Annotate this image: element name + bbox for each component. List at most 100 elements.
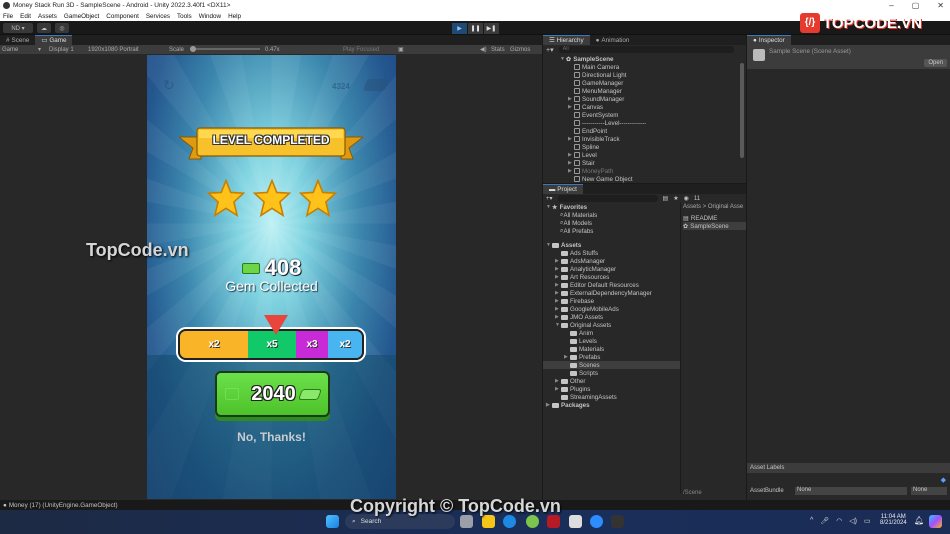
scale-slider-handle[interactable] [190, 46, 196, 52]
scale-slider[interactable] [190, 48, 260, 50]
account-dropdown[interactable]: ND ▾ [3, 23, 33, 33]
project-folder[interactable]: ▶ Art Resources [543, 273, 680, 281]
star-filter-icon[interactable]: ★ [673, 195, 678, 202]
step-button[interactable]: ▶❚ [484, 23, 499, 34]
project-folder[interactable]: ▶ JMO Assets [543, 313, 680, 321]
hierarchy-item[interactable]: ▶ Canvas [560, 103, 746, 111]
assetbundle-dropdown[interactable]: None [795, 487, 907, 495]
gizmos-dropdown[interactable]: Gizmos [510, 47, 530, 53]
hierarchy-item[interactable]: Spline [560, 143, 746, 151]
hierarchy-item[interactable]: -----------Level------------- [560, 119, 746, 127]
packages-root[interactable]: ▶ Packages [543, 401, 680, 409]
open-button[interactable]: Open [924, 59, 947, 67]
scene-root[interactable]: ▼ ✿ SampleScene [560, 55, 746, 63]
project-folder[interactable]: StreamingAssets [543, 393, 680, 401]
menu-tools[interactable]: Tools [177, 13, 192, 20]
menu-assets[interactable]: Assets [38, 13, 57, 20]
claim-reward-button[interactable]: 2040 [215, 371, 330, 417]
tab-scene[interactable]: # Scene [0, 35, 35, 45]
status-message[interactable]: Money (17) (UnityEngine.GameObject) [9, 502, 118, 509]
no-thanks-button[interactable]: No, Thanks! [147, 430, 396, 444]
menu-component[interactable]: Component [106, 13, 139, 20]
tab-game[interactable]: ▭ Game [35, 35, 73, 45]
cloud-icon[interactable]: ☁ [37, 23, 51, 33]
hierarchy-item[interactable]: GameManager [560, 79, 746, 87]
unity-icon[interactable] [611, 515, 624, 528]
project-folder[interactable]: ▶ ExternalDependencyManager [543, 289, 680, 297]
tab-inspector[interactable]: ● Inspector [747, 35, 791, 45]
project-folder[interactable]: ▶ Prefabs [543, 353, 680, 361]
menu-window[interactable]: Window [199, 13, 221, 20]
project-folder[interactable]: Levels [543, 337, 680, 345]
play-button[interactable]: ▶ [452, 23, 467, 34]
game-viewport[interactable]: ↻ 4324 LEVEL COMPLETED 408 Gem Collected… [147, 55, 396, 499]
favorite-item[interactable]: ⌕ All Materials [543, 211, 680, 219]
file-item[interactable]: ▤ README [683, 214, 746, 222]
project-folder[interactable]: ▶ AdsManager [543, 257, 680, 265]
restart-icon[interactable]: ↻ [163, 77, 175, 94]
hierarchy-scrollbar[interactable] [740, 63, 744, 158]
eye-icon[interactable]: ◉ [684, 195, 689, 202]
breadcrumb[interactable]: Assets > Original Asse [683, 204, 743, 210]
filter-icon[interactable]: ▤ [663, 195, 669, 202]
project-folder[interactable]: Scenes [543, 361, 680, 369]
asset-labels-header[interactable]: Asset Labels [747, 463, 950, 473]
mute-icon[interactable]: ▣ [398, 46, 404, 53]
tray-chevron-icon[interactable]: ^ [810, 517, 813, 525]
favorite-item[interactable]: ⌕ All Models [543, 219, 680, 227]
hierarchy-item[interactable]: EndPoint [560, 127, 746, 135]
hierarchy-item[interactable]: Directional Light [560, 71, 746, 79]
hierarchy-item[interactable]: New Game Object [560, 175, 746, 183]
play-mode-dropdown[interactable]: Play Focused [343, 47, 379, 53]
close-button[interactable]: ✕ [937, 1, 944, 10]
audio-icon[interactable]: ◀) [480, 46, 487, 53]
maximize-button[interactable]: ▢ [912, 1, 920, 10]
hierarchy-item[interactable]: MenuManager [560, 87, 746, 95]
menu-file[interactable]: File [3, 13, 13, 20]
project-folder[interactable]: ▶ Plugins [543, 385, 680, 393]
project-folder[interactable]: ▶ Editor Default Resources [543, 281, 680, 289]
app-icon[interactable] [569, 515, 582, 528]
project-folder[interactable]: Materials [543, 345, 680, 353]
resolution-dropdown[interactable]: 1920x1080 Portrait [88, 47, 139, 53]
tab-project[interactable]: ▬ Project [543, 184, 583, 194]
display-dropdown[interactable]: Display 1 [49, 47, 74, 53]
menu-services[interactable]: Services [146, 13, 170, 20]
favorite-item[interactable]: ⌕ All Prefabs [543, 227, 680, 235]
hierarchy-item[interactable]: ▶ Stair [560, 159, 746, 167]
project-folder[interactable]: ▶ GoogleMobileAds [543, 305, 680, 313]
project-folder[interactable]: ▶ AnalyticManager [543, 265, 680, 273]
pause-button[interactable]: ❚❚ [468, 23, 483, 34]
project-folder[interactable]: Scripts [543, 369, 680, 377]
tab-animation[interactable]: ● Animation [590, 35, 636, 45]
copilot-icon[interactable] [929, 515, 942, 528]
windows-start-icon[interactable] [326, 515, 339, 528]
battery-icon[interactable]: ▭ [864, 517, 871, 525]
game-view-dropdown[interactable]: Game [2, 47, 18, 53]
hierarchy-item[interactable]: ▶ Level [560, 151, 746, 159]
hierarchy-item[interactable]: EventSystem [560, 111, 746, 119]
hierarchy-item[interactable]: ▶ InvisibleTrack [560, 135, 746, 143]
volume-icon[interactable]: ◁) [849, 517, 857, 525]
project-folder[interactable]: ▼ Original Assets [543, 321, 680, 329]
project-folder[interactable]: ▶ Other [543, 377, 680, 385]
minimize-button[interactable]: – [889, 1, 893, 10]
add-button[interactable]: +▾ [546, 195, 553, 202]
add-button[interactable]: +▾ [546, 46, 554, 54]
menu-gameobject[interactable]: GameObject [64, 13, 99, 20]
microphone-icon[interactable]: 🎤︎ [820, 517, 829, 525]
project-folder[interactable]: Ads Stuffs [543, 249, 680, 257]
project-folder[interactable]: Anim [543, 329, 680, 337]
label-icon[interactable]: ◆ [941, 476, 946, 484]
hierarchy-item[interactable]: Main Camera [560, 63, 746, 71]
project-folder[interactable]: ▶ Firebase [543, 297, 680, 305]
notification-bell-icon[interactable]: 🔔︎ [914, 516, 924, 525]
stats-button[interactable]: Stats [491, 47, 505, 53]
assets-root[interactable]: ▼ Assets [543, 241, 680, 249]
variant-dropdown[interactable]: None [911, 487, 947, 495]
menu-help[interactable]: Help [228, 13, 241, 20]
hierarchy-item[interactable]: ▶ SoundManager [560, 95, 746, 103]
clock[interactable]: 11:04 AM 8/21/2024 [880, 514, 907, 526]
file-item[interactable]: ✿ SampleScene [683, 222, 746, 230]
hierarchy-search[interactable]: All [558, 46, 734, 53]
